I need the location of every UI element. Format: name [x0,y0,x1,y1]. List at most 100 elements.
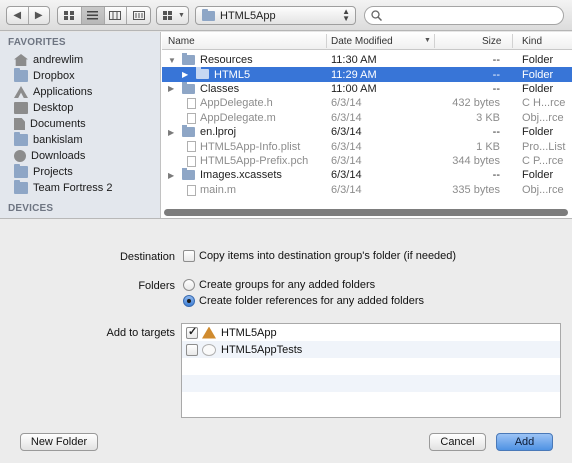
test-target-icon [202,343,216,356]
file-row[interactable]: AppDelegate.m 6/3/14 3 KB Obj...rce [162,111,572,125]
column-header-size[interactable]: Size [482,36,501,47]
file-row[interactable]: ▶ en.lproj 6/3/14 -- Folder [162,125,572,139]
new-folder-button[interactable]: New Folder [20,433,98,451]
column-divider [512,34,513,48]
file-row[interactable]: ▶ HTML5 11:29 AM -- Folder [162,67,572,82]
search-input[interactable] [386,9,556,22]
sidebar-item[interactable]: andrewlim [14,52,83,68]
file-icon [187,98,196,110]
favorites-header: FAVORITES [8,37,66,48]
column-header-date[interactable]: Date Modified [331,36,393,47]
updown-chevron-icon: ▲ ▼ [342,7,350,23]
file-icon [187,112,196,124]
target-label: HTML5AppTests [221,343,303,356]
target-checkbox[interactable] [186,343,198,356]
sidebar-item[interactable]: Downloads [14,148,85,164]
file-name: main.m [200,183,237,196]
file-date: 6/3/14 [331,111,362,124]
back-arrow-icon: ◀ [13,10,22,21]
empty-row [182,375,560,392]
forward-arrow-icon: ▶ [34,10,43,21]
create-groups-radio-row[interactable]: Create groups for any added folders [183,279,375,291]
sidebar-item[interactable]: Desktop [14,100,73,116]
sidebar-item[interactable]: Documents [14,116,86,132]
location-popup[interactable]: HTML5App ▲ ▼ [195,6,356,25]
documents-icon [14,118,25,130]
column-divider [326,34,327,48]
horizontal-scrollbar[interactable] [164,209,568,216]
location-label: HTML5App [220,9,276,22]
create-groups-radio[interactable] [183,279,195,291]
disclosure-closed-icon[interactable]: ▶ [168,84,174,93]
file-row[interactable]: AppDelegate.h 6/3/14 432 bytes C H...rce [162,96,572,110]
file-name: Resources [200,54,253,67]
file-size: -- [492,169,500,182]
file-row[interactable]: HTML5App-Prefix.pch 6/3/14 344 bytes C P...… [162,154,572,168]
file-row[interactable]: ▼ Resources 11:30 AM -- Folder [162,53,572,67]
arrange-popup[interactable]: ▼ [156,6,189,25]
forward-button[interactable]: ▶ [29,7,50,24]
file-icon [187,155,196,167]
copy-items-checkbox[interactable] [183,250,195,262]
sidebar-item[interactable]: Team Fortress 2 [14,180,112,196]
sidebar-item-label: bankislam [33,134,83,146]
sidebar-item-label: andrewlim [33,54,84,66]
file-date: 6/3/14 [331,154,362,167]
copy-items-checkbox-row[interactable]: Copy items into destination group's fold… [183,250,456,262]
applications-icon [14,86,28,98]
folder-icon [182,168,195,181]
disclosure-closed-icon[interactable]: ▶ [182,70,188,79]
sidebar-item-label: Downloads [31,150,86,162]
sidebar-item[interactable]: Dropbox [14,68,75,84]
folders-label: Folders [138,280,175,292]
nav-segment: ◀ ▶ [6,6,50,25]
add-to-targets-label: Add to targets [106,327,176,339]
sidebar: FAVORITES andrewlim Dropbox Applications De… [0,32,161,218]
destination-label: Destination [119,251,175,263]
app-target-icon [202,326,216,339]
column-header-name[interactable]: Name [168,36,195,47]
icon-view-button[interactable] [58,7,82,24]
sidebar-item-label: Projects [33,166,73,178]
file-row[interactable]: HTML5App-Info.plist 6/3/14 1 KB Pro...List [162,139,572,153]
create-folder-refs-radio[interactable] [183,295,195,307]
file-size: -- [492,54,500,67]
create-groups-label: Create groups for any added folders [199,279,376,291]
folder-icon [182,125,195,137]
file-name: AppDelegate.h [200,97,273,110]
column-view-button[interactable] [105,7,128,24]
file-size: 1 KB [476,140,500,153]
target-row[interactable]: HTML5App [182,324,560,341]
file-kind: C P...rce [522,154,564,167]
home-icon [14,54,28,66]
create-folder-refs-radio-row[interactable]: Create folder references for any added f… [183,295,424,307]
file-row[interactable]: main.m 6/3/14 335 bytes Obj...rce [162,183,572,197]
folder-icon [14,180,28,194]
file-row[interactable]: ▶ Classes 11:00 AM -- Folder [162,81,572,96]
toolbar: ◀ ▶ ▼ HTML5App ▲ ▼ [0,0,572,31]
disclosure-closed-icon[interactable]: ▶ [168,128,174,137]
disclosure-closed-icon[interactable]: ▶ [168,171,174,180]
file-size: 344 bytes [452,154,500,167]
file-row[interactable]: ▶ Images.xcassets 6/3/14 -- Folder [162,168,572,182]
list-view-button[interactable] [81,7,105,24]
file-name: en.lproj [200,126,237,139]
file-size: 3 KB [476,111,500,124]
column-header-kind[interactable]: Kind [522,36,542,47]
sidebar-item[interactable]: Projects [14,164,73,180]
file-size: -- [492,68,500,81]
sidebar-item[interactable]: bankislam [14,132,83,148]
search-field[interactable] [364,6,564,25]
copy-items-label: Copy items into destination group's fold… [199,250,457,262]
target-checkbox[interactable] [186,325,198,339]
disclosure-open-icon[interactable]: ▼ [168,56,176,65]
sidebar-item[interactable]: Applications [14,84,92,100]
coverflow-view-button[interactable] [127,7,150,24]
cancel-button[interactable]: Cancel [429,433,486,451]
back-button[interactable]: ◀ [7,7,29,24]
options-pane: Destination Copy items into destination … [0,218,572,463]
sidebar-item-label: Documents [30,118,86,130]
target-row[interactable]: HTML5AppTests [182,341,560,358]
file-name: HTML5App-Info.plist [200,140,301,153]
add-button[interactable]: Add [496,433,553,451]
